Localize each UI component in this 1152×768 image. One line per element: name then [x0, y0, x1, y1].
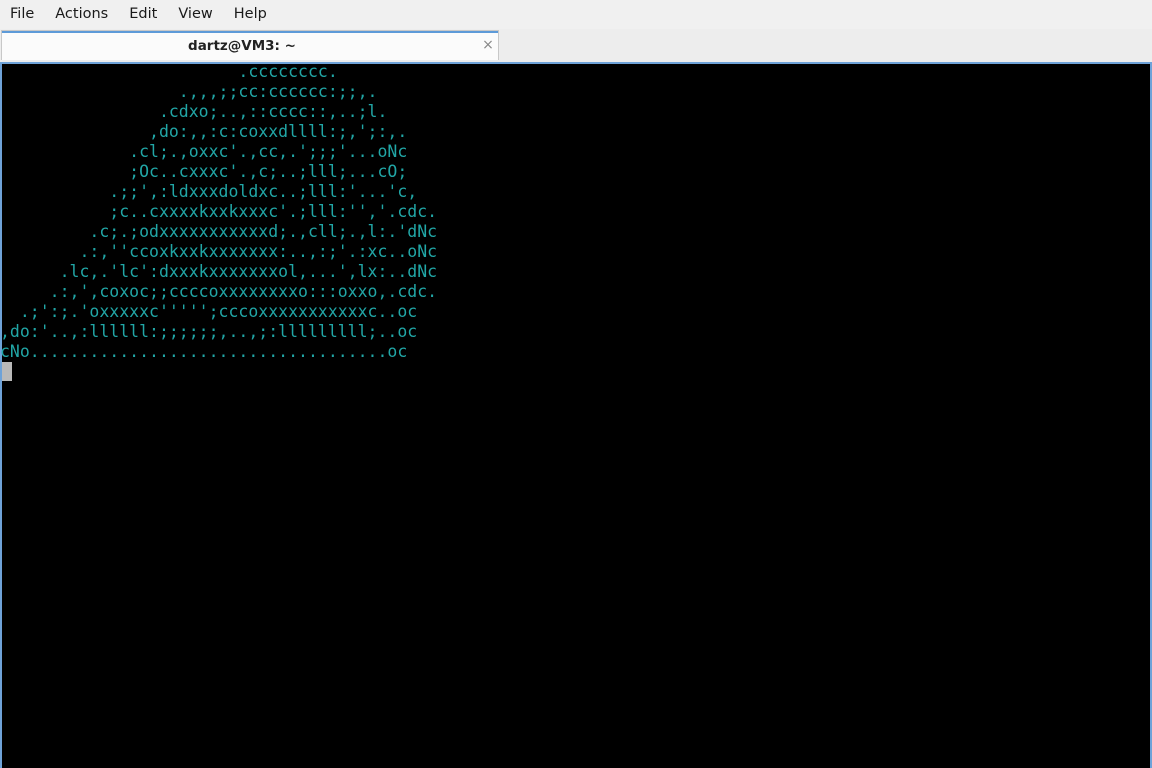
terminal-line: .;':;.'oxxxxxc''''';cccoxxxxxxxxxxxc..oc — [0, 302, 418, 321]
menu-bar: File Actions Edit View Help — [0, 0, 1152, 29]
terminal-line: ;Oc..cxxxc'.,c;..;lll;...cO; — [0, 162, 408, 181]
tab-bar: dartz@VM3: ~ × — [0, 29, 1152, 62]
terminal-line: ,do:,,:c:coxxdllll:;,';:,. — [0, 122, 408, 141]
menu-file[interactable]: File — [0, 0, 45, 29]
terminal-line: cNo....................................o… — [0, 342, 408, 361]
tab-title: dartz@VM3: ~ — [188, 38, 296, 54]
terminal-line: .lc,.'lc':dxxxkxxxxxxxol,...',lx:..dNc — [0, 262, 438, 281]
close-icon[interactable]: × — [480, 37, 496, 53]
terminal-line: .cdxo;..,::cccc::,..;l. — [0, 102, 388, 121]
terminal-line: ;c..cxxxxkxxkxxxc'.;lll:'','.cdc. — [0, 202, 438, 221]
terminal-line: .cl;.,oxxc'.,cc,.';;;'...oNc — [0, 142, 408, 161]
tab-terminal[interactable]: dartz@VM3: ~ × — [1, 30, 499, 60]
menu-actions[interactable]: Actions — [45, 0, 119, 29]
terminal-line: ,do:'..,:llllll:;;;;;;,..,;:lllllllll;..… — [0, 322, 418, 341]
terminal-line: .c;.;odxxxxxxxxxxxd;.,cll;.,l:.'dNc — [0, 222, 438, 241]
terminal-line: .;;',:ldxxxdoldxc..;lll:'...'c, — [0, 182, 418, 201]
terminal-line: .,,,;;cc:cccccc:;;,. — [0, 82, 378, 101]
terminal-line: .cccccccc. — [0, 62, 338, 81]
terminal-line: .:,''ccoxkxxkxxxxxxx:..,:;'.:xc..oNc — [0, 242, 438, 261]
menu-help[interactable]: Help — [224, 0, 278, 29]
menu-edit[interactable]: Edit — [119, 0, 168, 29]
terminal-output: .cccccccc. .,,,;;cc:cccccc:;;,. .cdxo;..… — [0, 62, 437, 362]
menu-view[interactable]: View — [168, 0, 223, 29]
terminal-cursor — [2, 362, 12, 381]
terminal-line: .:,',coxoc;;ccccoxxxxxxxxo:::oxxo,.cdc. — [0, 282, 438, 301]
